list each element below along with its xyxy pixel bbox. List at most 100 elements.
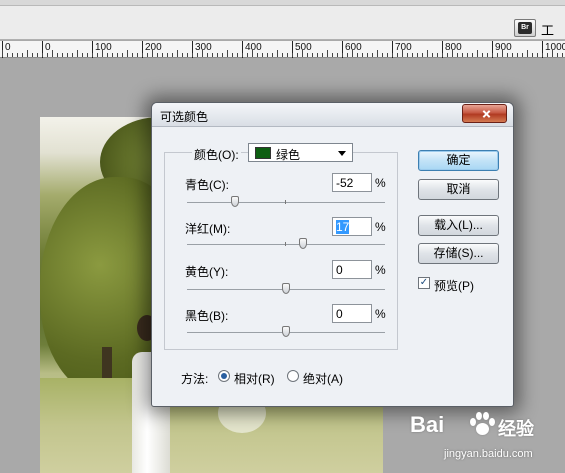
- ruler-minor-tick: [22, 53, 23, 57]
- ruler-minor-tick: [112, 53, 113, 57]
- ruler-minor-tick: [417, 53, 418, 57]
- magenta-slider-track[interactable]: [187, 242, 385, 246]
- yellow-value: 0: [336, 263, 343, 277]
- ruler-minor-tick: [207, 53, 208, 57]
- ruler-minor-tick: [377, 50, 378, 57]
- chevron-down-icon: [338, 151, 346, 156]
- baidu-logo-text: Bai: [410, 412, 445, 437]
- ruler-minor-tick: [132, 53, 133, 57]
- ruler-minor-tick: [532, 53, 533, 57]
- magenta-input[interactable]: 17: [332, 217, 372, 236]
- yellow-input[interactable]: 0: [332, 260, 372, 279]
- ruler-minor-tick: [412, 53, 413, 57]
- ruler-minor-tick: [32, 53, 33, 57]
- ruler-minor-tick: [517, 53, 518, 57]
- ruler-minor-tick: [157, 53, 158, 57]
- ruler-minor-tick: [507, 53, 508, 57]
- ruler-minor-tick: [217, 53, 218, 57]
- ruler-minor-tick: [142, 53, 143, 57]
- yellow-slider-handle[interactable]: [282, 283, 290, 294]
- ruler-label: 0: [5, 42, 11, 53]
- ruler-minor-tick: [227, 50, 228, 57]
- ruler-minor-tick: [152, 50, 153, 57]
- ruler-minor-tick: [137, 53, 138, 57]
- ruler-minor-tick: [462, 53, 463, 57]
- ruler-minor-tick: [77, 50, 78, 57]
- ruler-minor-tick: [562, 53, 563, 57]
- close-button[interactable]: [462, 104, 507, 123]
- ruler-minor-tick: [487, 53, 488, 57]
- black-slider-handle[interactable]: [282, 326, 290, 337]
- cyan-slider-track[interactable]: [187, 200, 385, 204]
- absolute-radio[interactable]: [287, 370, 299, 382]
- ruler-minor-tick: [337, 53, 338, 57]
- ruler-minor-tick: [467, 53, 468, 57]
- ruler-minor-tick: [247, 53, 248, 57]
- ruler-label: 0: [45, 42, 51, 53]
- ruler-minor-tick: [392, 53, 393, 57]
- options-bar: Br 工: [0, 6, 565, 40]
- ok-button[interactable]: 确定: [418, 150, 499, 171]
- ruler-minor-tick: [187, 53, 188, 57]
- absolute-radio-label[interactable]: 绝对(A): [303, 370, 343, 387]
- ruler-minor-tick: [312, 53, 313, 57]
- ruler-minor-tick: [437, 53, 438, 57]
- black-input[interactable]: 0: [332, 304, 372, 323]
- ruler-minor-tick: [167, 53, 168, 57]
- black-label: 黑色(B):: [185, 309, 229, 323]
- save-button[interactable]: 存储(S)...: [418, 243, 499, 264]
- workspace-label[interactable]: 工: [541, 20, 554, 39]
- color-swatch: [255, 147, 271, 159]
- ruler-minor-tick: [527, 50, 528, 57]
- dialog-title: 可选颜色: [160, 110, 209, 124]
- ruler-minor-tick: [237, 53, 238, 57]
- black-value: 0: [336, 307, 343, 321]
- ruler-minor-tick: [322, 53, 323, 57]
- ruler-minor-tick: [2, 50, 3, 57]
- preview-label[interactable]: 预览(P): [434, 277, 474, 294]
- ruler-minor-tick: [547, 53, 548, 57]
- ruler-minor-tick: [222, 53, 223, 57]
- ruler-minor-tick: [457, 53, 458, 57]
- ruler-minor-tick: [127, 50, 128, 57]
- ruler-minor-tick: [172, 53, 173, 57]
- ruler-minor-tick: [472, 53, 473, 57]
- cyan-slider-handle[interactable]: [230, 196, 239, 207]
- load-button[interactable]: 载入(L)...: [418, 215, 499, 236]
- ruler-minor-tick: [117, 53, 118, 57]
- magenta-percent: %: [375, 220, 386, 234]
- ruler-minor-tick: [372, 53, 373, 57]
- bridge-icon: Br: [518, 22, 532, 34]
- ruler-minor-tick: [12, 53, 13, 57]
- ruler-minor-tick: [442, 53, 443, 57]
- ruler-minor-tick: [407, 53, 408, 57]
- preview-checkbox[interactable]: ✓: [418, 277, 430, 289]
- relative-radio-label[interactable]: 相对(R): [234, 370, 275, 387]
- ruler-minor-tick: [492, 53, 493, 57]
- ruler-label: 300: [195, 42, 212, 53]
- colors-dropdown[interactable]: 绿色: [248, 143, 353, 162]
- ruler-minor-tick: [552, 50, 553, 57]
- relative-radio[interactable]: [218, 370, 230, 382]
- ruler-label: 500: [295, 42, 312, 53]
- ruler-minor-tick: [42, 53, 43, 57]
- ruler-minor-tick: [97, 53, 98, 57]
- colors-label: 颜色(O):: [192, 146, 241, 163]
- dialog-titlebar[interactable]: 可选颜色: [152, 103, 513, 127]
- ruler-minor-tick: [257, 53, 258, 57]
- cancel-button[interactable]: 取消: [418, 179, 499, 200]
- bridge-button[interactable]: Br: [514, 19, 536, 37]
- ruler-minor-tick: [362, 53, 363, 57]
- ruler-minor-tick: [327, 50, 328, 57]
- cyan-input[interactable]: -52: [332, 173, 372, 192]
- ruler-minor-tick: [147, 53, 148, 57]
- yellow-label: 黄色(Y):: [185, 265, 229, 279]
- ruler-minor-tick: [502, 50, 503, 57]
- magenta-value: 17: [336, 220, 350, 234]
- ruler-minor-tick: [162, 53, 163, 57]
- ruler-minor-tick: [427, 50, 428, 57]
- ruler-minor-tick: [387, 53, 388, 57]
- magenta-slider-handle[interactable]: [298, 238, 307, 249]
- ruler-minor-tick: [357, 53, 358, 57]
- ruler-minor-tick: [102, 50, 103, 57]
